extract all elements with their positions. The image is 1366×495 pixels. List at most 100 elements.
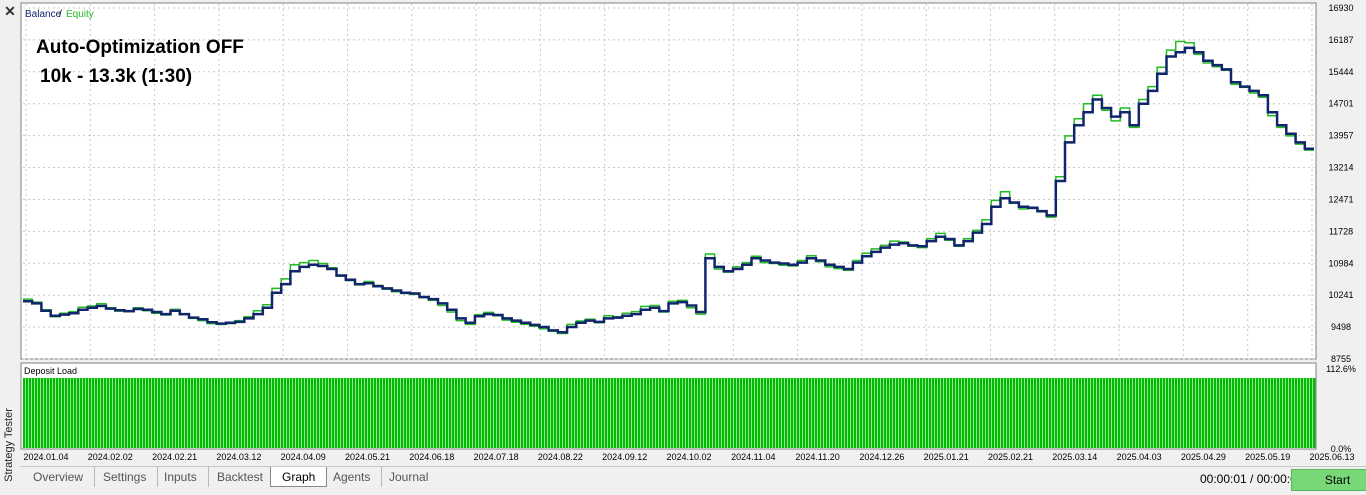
deposit-bar bbox=[683, 377, 686, 448]
x-tick-label: 2025.05.19 bbox=[1245, 452, 1290, 462]
deposit-bar bbox=[1292, 377, 1295, 448]
deposit-bar bbox=[128, 377, 131, 448]
deposit-bar bbox=[332, 377, 335, 448]
deposit-bar bbox=[956, 377, 959, 448]
x-tick-label: 2025.06.13 bbox=[1309, 452, 1354, 462]
deposit-bar bbox=[383, 377, 386, 448]
deposit-bar bbox=[1169, 377, 1172, 448]
tester-tab-bar: Overview Settings Inputs Backtest Graph … bbox=[20, 466, 1366, 495]
deposit-bar bbox=[1298, 377, 1301, 448]
deposit-bar bbox=[1253, 377, 1256, 448]
deposit-bar bbox=[740, 377, 743, 448]
deposit-bar bbox=[890, 377, 893, 448]
deposit-bar bbox=[308, 377, 311, 448]
deposit-bar bbox=[1202, 377, 1205, 448]
deposit-bar bbox=[500, 377, 503, 448]
deposit-bar bbox=[926, 377, 929, 448]
tab-settings[interactable]: Settings bbox=[92, 467, 159, 487]
deposit-bar bbox=[140, 377, 143, 448]
tab-overview[interactable]: Overview bbox=[22, 467, 96, 487]
deposit-bar bbox=[239, 377, 242, 448]
x-tick-label: 2024.04.09 bbox=[281, 452, 326, 462]
x-tick-label: 2024.06.18 bbox=[409, 452, 454, 462]
deposit-bar bbox=[188, 377, 191, 448]
deposit-bar bbox=[1163, 377, 1166, 448]
deposit-bar bbox=[596, 377, 599, 448]
deposit-bar bbox=[605, 377, 608, 448]
legend-separator: / bbox=[59, 9, 62, 20]
deposit-bar bbox=[947, 377, 950, 448]
start-button[interactable]: Start bbox=[1291, 469, 1366, 491]
deposit-bar bbox=[1259, 377, 1262, 448]
deposit-bar bbox=[584, 377, 587, 448]
deposit-bar bbox=[569, 377, 572, 448]
deposit-bar bbox=[911, 377, 914, 448]
deposit-bar bbox=[119, 377, 122, 448]
close-icon[interactable]: ✕ bbox=[2, 3, 18, 19]
deposit-bar bbox=[341, 377, 344, 448]
deposit-bar bbox=[668, 377, 671, 448]
deposit-bar bbox=[320, 377, 323, 448]
y-tick-label: 14701 bbox=[1328, 99, 1353, 109]
deposit-bar bbox=[122, 377, 125, 448]
deposit-bar bbox=[1154, 377, 1157, 448]
deposit-bar bbox=[779, 377, 782, 448]
deposit-bar bbox=[155, 377, 158, 448]
deposit-bar bbox=[1112, 377, 1115, 448]
deposit-bar bbox=[1016, 377, 1019, 448]
deposit-bar bbox=[899, 377, 902, 448]
deposit-bar bbox=[1055, 377, 1058, 448]
x-tick-label: 2024.11.20 bbox=[795, 452, 839, 462]
deposit-bar bbox=[791, 377, 794, 448]
deposit-bar bbox=[1097, 377, 1100, 448]
deposit-bar bbox=[1289, 377, 1292, 448]
deposit-bar bbox=[1175, 377, 1178, 448]
deposit-bar bbox=[1064, 377, 1067, 448]
tab-inputs[interactable]: Inputs bbox=[153, 467, 209, 487]
deposit-bar bbox=[422, 377, 425, 448]
deposit-bar bbox=[1229, 377, 1232, 448]
deposit-bar bbox=[158, 377, 161, 448]
tab-graph[interactable]: Graph bbox=[270, 467, 328, 487]
deposit-bar bbox=[662, 377, 665, 448]
deposit-bar bbox=[1133, 377, 1136, 448]
deposit-bar bbox=[170, 377, 173, 448]
deposit-bar bbox=[329, 377, 332, 448]
tab-journal[interactable]: Journal bbox=[378, 467, 439, 487]
deposit-bar bbox=[893, 377, 896, 448]
deposit-bar bbox=[686, 377, 689, 448]
deposit-bar bbox=[299, 377, 302, 448]
deposit-bar bbox=[698, 377, 701, 448]
deposit-bar bbox=[167, 377, 170, 448]
deposit-bar bbox=[968, 377, 971, 448]
deposit-bar bbox=[80, 377, 83, 448]
deposit-bar bbox=[1211, 377, 1214, 448]
deposit-bar bbox=[839, 377, 842, 448]
deposit-bar bbox=[557, 377, 560, 448]
deposit-bar bbox=[89, 377, 92, 448]
deposit-bar bbox=[1091, 377, 1094, 448]
deposit-bar bbox=[674, 377, 677, 448]
legend-equity: Equity bbox=[66, 9, 94, 20]
deposit-bar bbox=[608, 377, 611, 448]
x-tick-label: 2024.10.02 bbox=[666, 452, 711, 462]
deposit-bar bbox=[1196, 377, 1199, 448]
deposit-bar bbox=[305, 377, 308, 448]
deposit-bar bbox=[1241, 377, 1244, 448]
deposit-bar bbox=[455, 377, 458, 448]
x-tick-label: 2024.02.02 bbox=[88, 452, 133, 462]
deposit-bar bbox=[1025, 377, 1028, 448]
tab-backtest[interactable]: Backtest bbox=[206, 467, 274, 487]
deposit-bar bbox=[467, 377, 470, 448]
deposit-bar bbox=[536, 377, 539, 448]
deposit-bar bbox=[368, 377, 371, 448]
deposit-bar bbox=[476, 377, 479, 448]
deposit-bar bbox=[392, 377, 395, 448]
deposit-bar bbox=[302, 377, 305, 448]
deposit-bar bbox=[677, 377, 680, 448]
deposit-bar bbox=[602, 377, 605, 448]
deposit-bar bbox=[725, 377, 728, 448]
deposit-bar bbox=[587, 377, 590, 448]
deposit-bar bbox=[746, 377, 749, 448]
tab-agents[interactable]: Agents bbox=[322, 467, 383, 487]
